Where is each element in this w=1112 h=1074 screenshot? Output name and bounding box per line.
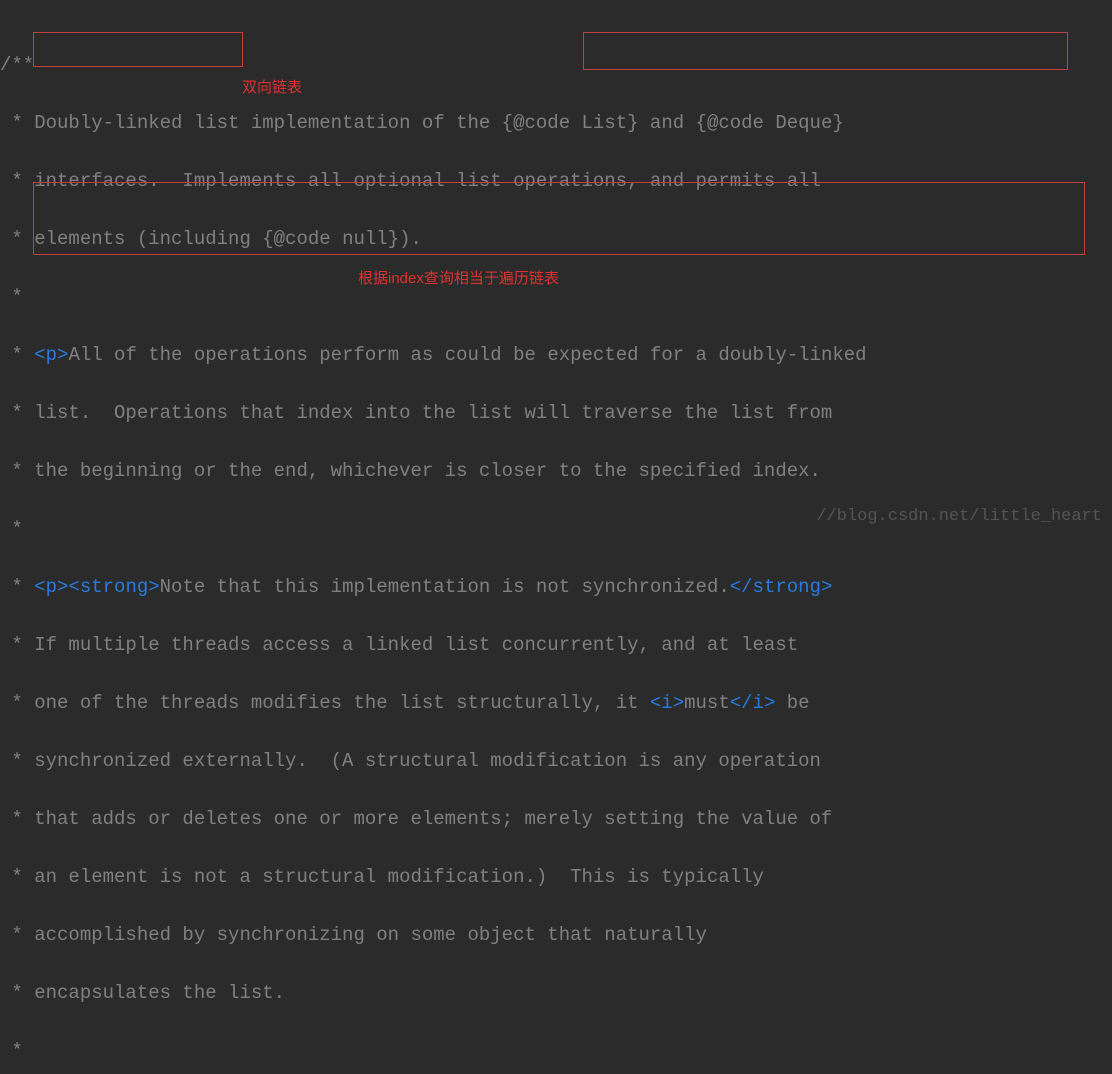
code-tag: @code [274,228,331,250]
text: * [0,576,34,598]
comment-line: * [0,283,867,312]
comment-line: * Doubly-linked list implementation of t… [0,109,867,138]
comment-line: * list. Operations that index into the l… [0,399,867,428]
comment-line: * the beginning or the end, whichever is… [0,457,867,486]
text: must [684,692,730,714]
comment-line: * If multiple threads access a linked li… [0,631,867,660]
comment-line: * an element is not a structural modific… [0,863,867,892]
text: * elements (including { [0,228,274,250]
text: * [0,1040,23,1062]
text: * [0,344,34,366]
watermark-text: //blog.csdn.net/little_heart [816,502,1102,531]
text: * list. Operations that index into the l… [0,402,832,424]
comment-line: * [0,515,867,544]
text: Deque} [764,112,844,134]
code-tag: @code [513,112,570,134]
text: List} and { [570,112,707,134]
text: * [0,286,23,308]
comment-line: * elements (including {@code null}). [0,225,867,254]
code-tag: @code [707,112,764,134]
i-tag-close: </i> [730,692,776,714]
comment-line: /** [0,51,867,80]
comment-line: * encapsulates the list. [0,979,867,1008]
text: Note that this implementation is not syn… [160,576,730,598]
comment-line: * one of the threads modifies the list s… [0,689,867,718]
text: * the beginning or the end, whichever is… [0,460,821,482]
text: be [775,692,809,714]
text: * encapsulates the list. [0,982,285,1004]
text: * If multiple threads access a linked li… [0,634,798,656]
text: * an element is not a structural modific… [0,866,764,888]
p-tag: <p> [34,576,68,598]
text: All of the operations perform as could b… [68,344,866,366]
comment-line: * <p><strong>Note that this implementati… [0,573,867,602]
i-tag-open: <i> [650,692,684,714]
comment-line: * accomplished by synchronizing on some … [0,921,867,950]
strong-tag-close: </strong> [730,576,833,598]
text: * one of the threads modifies the list s… [0,692,650,714]
text: * accomplished by synchronizing on some … [0,924,707,946]
comment-line: * interfaces. Implements all optional li… [0,167,867,196]
javadoc-comment-block: /** * Doubly-linked list implementation … [0,22,867,1074]
comment-line: * <p>All of the operations perform as co… [0,341,867,370]
comment-line: * synchronized externally. (A structural… [0,747,867,776]
text: * interfaces. Implements all optional li… [0,170,821,192]
text: * that adds or deletes one or more eleme… [0,808,832,830]
text: * synchronized externally. (A structural… [0,750,821,772]
comment-line: * that adds or deletes one or more eleme… [0,805,867,834]
comment-line: * [0,1037,867,1066]
text: null}). [331,228,422,250]
strong-tag-open: <strong> [68,576,159,598]
p-tag: <p> [34,344,68,366]
text: * Doubly-linked list implementation of t… [0,112,513,134]
comment-open: /** [0,54,34,76]
